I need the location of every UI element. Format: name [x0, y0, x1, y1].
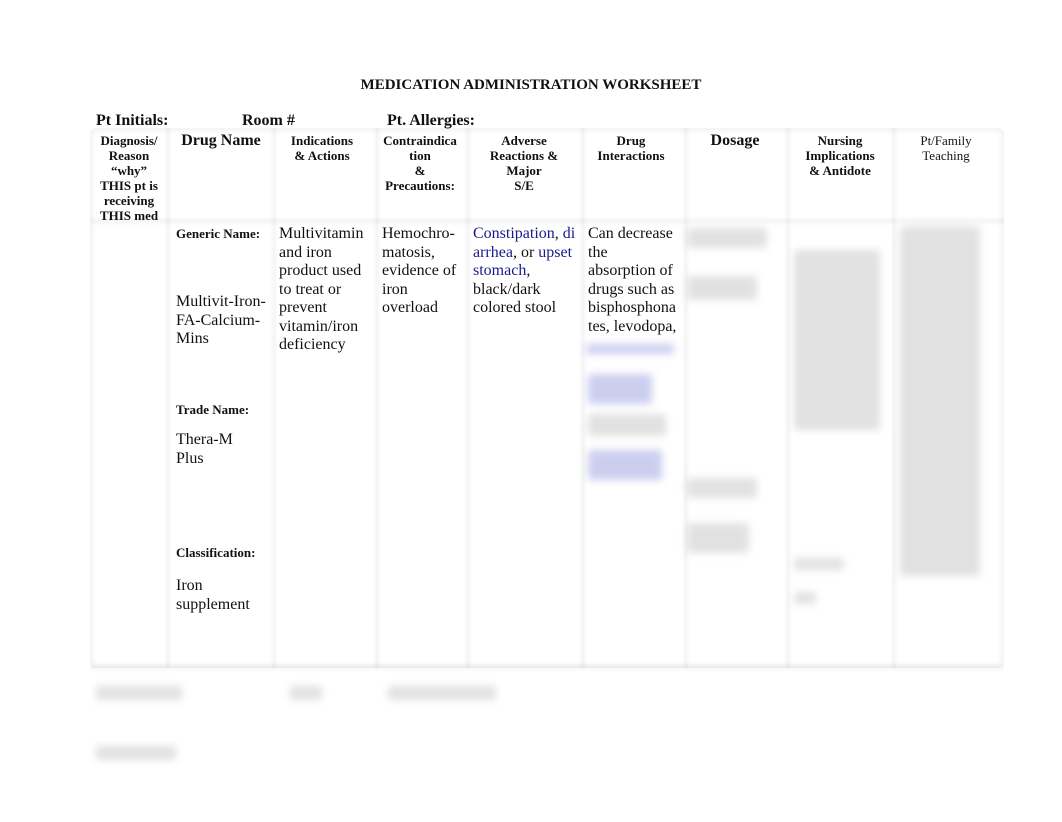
trade-name-value: Thera-M Plus — [176, 431, 233, 467]
column-divider — [464, 128, 472, 668]
diarrhea-link[interactable]: di — [563, 225, 575, 242]
adverse-reactions-text: Constipation, di arrhea, or upset stomac… — [473, 225, 576, 316]
obscured-nursing-text — [794, 558, 844, 570]
bottom-border — [90, 662, 1004, 672]
column-divider — [890, 128, 898, 668]
classification-value: Iron supplement — [176, 577, 250, 613]
upset-stomach-link[interactable]: upset — [538, 244, 572, 261]
generic-name-label: Generic Name: — [176, 226, 261, 241]
obscured-footer-text — [96, 686, 182, 700]
document-title: MEDICATION ADMINISTRATION WORKSHEET — [360, 77, 702, 93]
header-diagnosis: Diagnosis/Reason “why” THIS pt is receiving… — [99, 133, 159, 223]
header-nursing-implications: Nursing Implications & Antidote — [805, 133, 875, 178]
indications-text: Multivitamin and iron product used to treat… — [279, 225, 364, 353]
obscured-link — [588, 374, 652, 404]
column-divider — [373, 128, 381, 668]
header-dosage: Dosage — [710, 132, 760, 149]
header-drug-name: Drug Name — [181, 132, 261, 149]
drug-interactions-text: Can decrease the absorption of drugs such a… — [588, 225, 677, 335]
header-adverse-reactions: Adverse Reactions & Major S/E — [489, 133, 559, 193]
obscured-dosage — [687, 523, 749, 553]
trade-name-label: Trade Name: — [176, 402, 250, 417]
obscured-nursing-text — [794, 250, 880, 430]
obscured-dosage — [687, 276, 757, 300]
column-divider — [784, 128, 792, 668]
obscured-footer-text — [388, 686, 496, 700]
generic-name-value: Multivit-Iron- FA-Calcium- Mins — [176, 293, 266, 347]
classification-label: Classification: — [176, 545, 256, 560]
obscured-dosage — [687, 228, 767, 248]
header-teaching: Pt/Family Teaching — [920, 133, 972, 163]
obscured-footer-text — [96, 746, 176, 760]
contraindications-text: Hemochro-matosis, evidence of iron overload — [382, 225, 457, 316]
diarrhea-link[interactable]: arrhea — [473, 244, 513, 261]
obscured-link — [586, 344, 674, 354]
obscured-text — [588, 414, 666, 436]
column-divider — [579, 128, 587, 668]
obscured-footer-text — [290, 686, 322, 700]
column-divider — [682, 128, 690, 668]
column-divider — [270, 128, 278, 668]
header-contraindications: Contraindica tion & Precautions: — [383, 133, 457, 193]
header-drug-interactions: Drug Interactions — [597, 133, 665, 163]
medication-table: Diagnosis/Reason “why” THIS pt is receiving… — [90, 128, 1004, 672]
constipation-link[interactable]: Constipation — [473, 225, 555, 242]
obscured-teaching-text — [900, 226, 980, 576]
obscured-dosage — [687, 478, 757, 498]
header-indications: Indications & Actions — [290, 133, 354, 163]
upset-stomach-link[interactable]: stomach — [473, 262, 526, 279]
obscured-link — [588, 450, 662, 480]
obscured-nursing-text — [794, 592, 816, 604]
